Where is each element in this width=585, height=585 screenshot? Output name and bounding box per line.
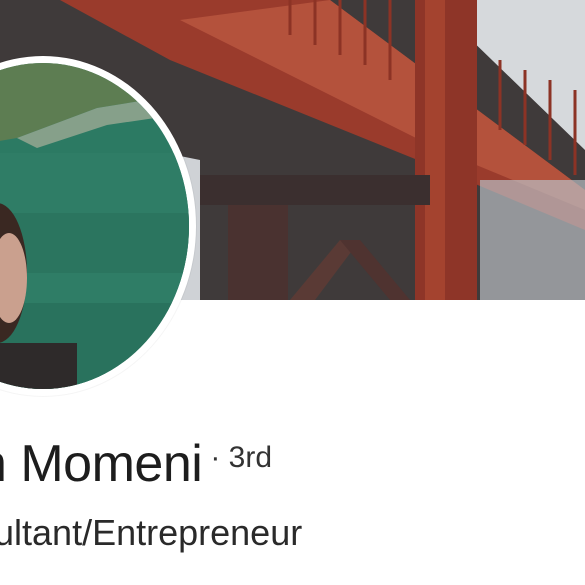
profile-avatar[interactable]	[0, 56, 196, 396]
profile-name: n Momeni	[0, 435, 203, 493]
profile-name-line: n Momeni · 3rd	[0, 434, 272, 494]
avatar-photo	[0, 63, 189, 389]
profile-card: n Momeni · 3rd ultant/Entrepreneur	[0, 0, 585, 585]
avatar-image-icon	[0, 63, 189, 389]
profile-headline: ultant/Entrepreneur	[0, 512, 303, 553]
connection-degree: · 3rd	[210, 441, 272, 474]
